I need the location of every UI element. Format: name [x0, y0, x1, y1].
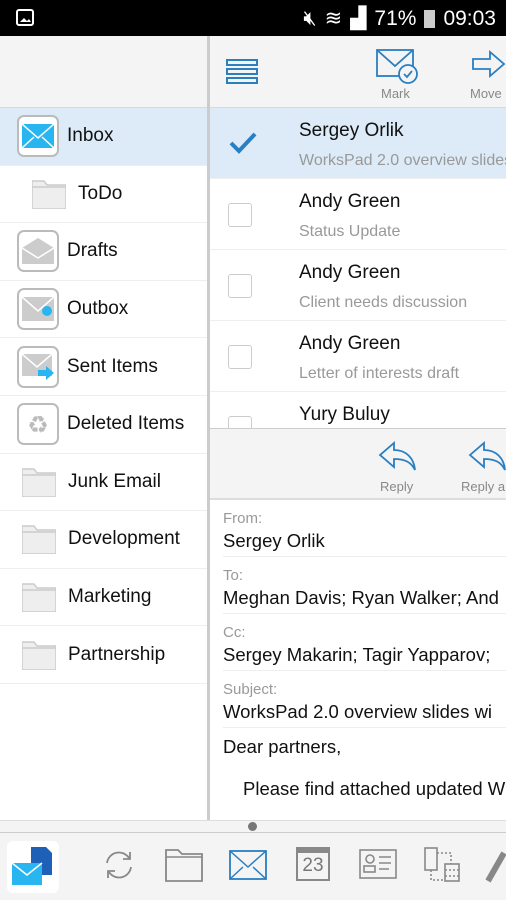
folder-item-partnership[interactable]: Partnership [0, 626, 207, 684]
reply-all-label: Reply a [461, 479, 506, 494]
settings-tools-icon[interactable] [484, 847, 506, 885]
drafts-icon [17, 230, 59, 273]
message-detail: From: Sergey Orlik To: Meghan Davis; Ryan … [210, 500, 506, 820]
message-row[interactable]: Sergey Orlik WorksPad 2.0 overview slides [210, 108, 506, 179]
message-checkbox[interactable] [228, 416, 252, 428]
clock: 09:03 [443, 6, 496, 30]
folder-label: Junk Email [68, 470, 161, 492]
subject-label: Subject: [223, 681, 278, 698]
message-sender: Yury Buluy [299, 404, 390, 425]
folder-label: Marketing [68, 586, 152, 608]
message-subject: WorksPad 2.0 overview slides [299, 152, 506, 169]
message-sender: Andy Green [299, 262, 401, 283]
inbox-icon [17, 115, 59, 158]
handle-dot [248, 822, 257, 831]
message-row[interactable]: Yury Buluy [210, 392, 506, 428]
mute-icon: 🔇︎ [303, 6, 317, 30]
folder-pane-header [0, 36, 207, 108]
cc-label: Cc: [223, 624, 246, 641]
folder-item-sent-items[interactable]: Sent Items [0, 338, 207, 396]
list-toolbar: Mark Move [210, 36, 506, 108]
outbox-icon [17, 288, 59, 331]
folder-label: Outbox [67, 298, 129, 320]
resize-handle[interactable] [0, 820, 506, 833]
gallery-icon [16, 9, 34, 26]
message-checkbox[interactable] [228, 274, 252, 298]
folder-icon [21, 467, 57, 498]
folder-label: Inbox [67, 125, 114, 147]
message-checkbox[interactable] [228, 345, 252, 369]
body-text: Please find attached updated W [243, 778, 506, 799]
message-sender: Andy Green [299, 333, 401, 354]
message-sender: Andy Green [299, 191, 401, 212]
reply-all-icon [468, 441, 506, 471]
folder-item-development[interactable]: Development [0, 511, 207, 569]
message-row[interactable]: Andy Green Status Update [210, 179, 506, 250]
folder-icon [21, 582, 57, 613]
status-bar: 🔇︎ ≋ ▟ 71% 09:03 [0, 0, 506, 36]
reply-icon [378, 441, 416, 471]
folder-label: Deleted Items [67, 413, 185, 435]
message-row[interactable]: Andy Green Client needs discussion [210, 250, 506, 321]
message-list: Sergey Orlik WorksPad 2.0 overview slides… [210, 108, 506, 428]
recycle-icon: ♻ [17, 403, 59, 446]
folder-label: ToDo [78, 182, 123, 204]
folder-icon [31, 179, 67, 210]
to-label: To: [223, 567, 244, 584]
folder-label: Sent Items [67, 355, 158, 377]
mark-label: Mark [381, 86, 410, 101]
folder-label: Partnership [68, 643, 166, 665]
move-label: Move [470, 86, 502, 101]
from-value[interactable]: Sergey Orlik [223, 530, 506, 552]
menu-icon[interactable] [226, 58, 260, 86]
cc-value[interactable]: Sergey Makarin; Tagir Yapparov; [223, 644, 506, 666]
folder-item-drafts[interactable]: Drafts [0, 223, 207, 281]
bottom-app-bar: 23 [0, 833, 506, 900]
calendar-icon[interactable]: 23 [296, 847, 330, 881]
calendar-day: 23 [302, 855, 324, 876]
reply-label: Reply [380, 479, 414, 494]
mark-read-icon [376, 49, 418, 84]
folders-icon[interactable] [165, 847, 203, 883]
folder-label: Development [68, 528, 180, 550]
mail-pane: Mark Move Sergey Orlik WorksPad 2.0 overv… [210, 36, 506, 820]
folder-item-marketing[interactable]: Marketing [0, 569, 207, 627]
message-subject: Client needs discussion [299, 294, 468, 311]
folder-item-todo[interactable]: ToDo [0, 166, 207, 224]
folder-item-outbox[interactable]: Outbox [0, 281, 207, 339]
message-toolbar: Reply Reply a [210, 428, 506, 500]
devices-icon[interactable] [423, 847, 461, 885]
message-row[interactable]: Andy Green Letter of interests draft [210, 321, 506, 392]
folder-label: Drafts [67, 240, 118, 262]
message-checkbox[interactable] [228, 203, 252, 227]
folder-icon [21, 640, 57, 671]
battery-icon [424, 9, 436, 28]
from-label: From: [223, 510, 263, 527]
battery-percent: 71% [374, 6, 417, 30]
app-logo[interactable] [7, 841, 59, 893]
contacts-icon[interactable] [359, 847, 397, 881]
folder-item-inbox[interactable]: Inbox [0, 108, 207, 166]
svg-text:♻: ♻ [27, 412, 49, 437]
signal-icon: ▟ [350, 7, 367, 30]
message-sender: Sergey Orlik [299, 120, 404, 141]
message-subject: Status Update [299, 223, 401, 240]
checkmark-icon[interactable] [228, 130, 258, 156]
message-subject: Letter of interests draft [299, 365, 460, 382]
sent-icon [17, 345, 59, 388]
sync-icon[interactable] [101, 847, 137, 883]
body-greeting: Dear partners, [223, 736, 342, 757]
folder-item-deleted-items[interactable]: ♻ Deleted Items [0, 396, 207, 454]
mail-docs-logo-icon [11, 847, 52, 885]
to-value[interactable]: Meghan Davis; Ryan Walker; And [223, 587, 506, 609]
move-arrow-icon [472, 50, 506, 78]
subject-value: WorksPad 2.0 overview slides wi [223, 701, 493, 722]
folder-icon [21, 524, 57, 556]
folder-item-junk-email[interactable]: Junk Email [0, 454, 207, 512]
mail-icon[interactable] [229, 847, 267, 883]
folder-pane: Inbox ToDo Drafts Outbox Sent Items ♻ Deleted … [0, 36, 207, 820]
wifi-icon: ≋ [324, 7, 343, 30]
